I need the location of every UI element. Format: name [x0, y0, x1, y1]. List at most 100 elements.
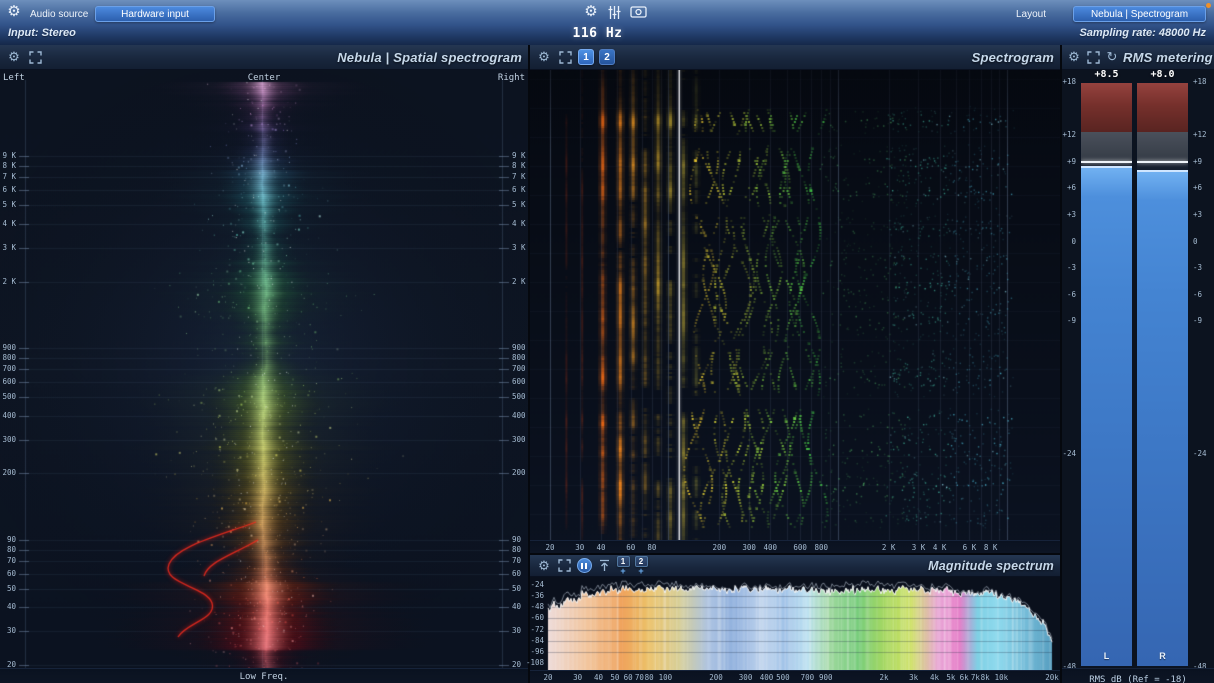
freq-tick-label: 700 [2, 364, 16, 374]
sampling-rate: Sampling rate: 48000 Hz [1079, 27, 1206, 39]
freq-tick-label: 8 K [2, 161, 16, 171]
freq-tick-label: 500 [512, 392, 526, 402]
freq-tick-label: 3 K [512, 242, 526, 252]
meter-over-zone [1137, 83, 1188, 132]
db-scale-label: +3 [1193, 209, 1203, 219]
freq-tick-label: 20 [543, 673, 553, 682]
db-tick-label: -96 [530, 646, 544, 656]
hardware-input-button[interactable]: Hardware input [95, 6, 215, 22]
freq-tick-label: 2 K [2, 276, 16, 286]
spectrogram-settings-gear-icon[interactable]: ⚙ [536, 49, 552, 65]
spectrogram-view-1-button[interactable]: 1 [578, 49, 594, 65]
db-scale-label: -3 [1066, 263, 1076, 273]
rms-panel-header: ⚙ ↻ RMS metering [1062, 45, 1214, 70]
magnitude-panel-title: Magnitude spectrum [928, 558, 1054, 573]
display-io-icon[interactable] [629, 4, 647, 20]
freq-tick-label: 7 K [2, 172, 16, 182]
freq-tick-label: 2 K [881, 543, 896, 552]
rms-scale-right: +18 +12 +9 +6 +3 0 -3 -6 -9 -24 -48 [1191, 78, 1213, 671]
meter-headroom-zone [1137, 131, 1188, 162]
curve-1-controls: 1 + [616, 556, 630, 576]
rms-reset-refresh-icon[interactable]: ↻ [1104, 49, 1120, 65]
freq-tick-label: 80 [6, 544, 16, 554]
spatial-spectrogram-canvas[interactable] [0, 70, 528, 672]
freq-tick-label: 900 [2, 343, 16, 353]
spectrogram-view-2-button[interactable]: 2 [599, 49, 615, 65]
db-tick-label: -24 [530, 580, 544, 589]
meter-level-fill [1081, 166, 1132, 666]
magnitude-fullscreen-icon[interactable] [556, 558, 572, 574]
pause-button[interactable] [576, 558, 592, 574]
spatial-x-axis: Low Freq. [0, 668, 528, 683]
freq-tick-label: 6 K [512, 185, 526, 195]
magnitude-spectrum-canvas[interactable] [530, 577, 1060, 670]
freq-tick-label: 6 K [2, 185, 16, 195]
freq-tick-label: 40 [512, 602, 522, 612]
meter-headroom-zone [1081, 131, 1132, 162]
rms-settings-gear-icon[interactable]: ⚙ [1066, 49, 1082, 65]
freq-tick-label: 900 [818, 673, 833, 682]
freq-tick-label: 8 K [512, 161, 526, 171]
db-tick-label: -48 [530, 602, 544, 612]
freq-tick-label: 800 [814, 543, 829, 552]
freq-tick-label: 700 [512, 364, 526, 374]
db-scale-label: +12 [1062, 130, 1076, 140]
analyzer-settings-gear-icon[interactable]: ⚙ [583, 4, 599, 20]
spatial-spectrogram-panel: ⚙ Nebula | Spatial spectrogram Left Cent… [0, 45, 528, 683]
add-curve-1-icon[interactable]: + [620, 567, 625, 576]
db-scale-label: +3 [1066, 209, 1076, 219]
freq-tick-label: 30 [512, 626, 522, 636]
rms-value-right: +8.0 [1150, 69, 1175, 80]
freq-tick-label: 10k [994, 673, 1009, 682]
freq-tick-label: 60 [6, 568, 16, 578]
db-scale-label: -3 [1193, 263, 1203, 273]
spectrogram-fullscreen-icon[interactable] [557, 49, 573, 65]
spectrogram-freq-axis: 20 30 40 60 80 200 300 400 600 800 2 K3 K4 K6 K8 K [530, 540, 1060, 553]
pan-center-label: Center [247, 73, 281, 83]
magnitude-freq-axis: 20 30 40 50 60 70 80 100 200 300 400 500 700 900 2k 3k 4… [530, 670, 1060, 683]
db-scale-label: +6 [1066, 183, 1076, 193]
spatial-fullscreen-icon[interactable] [27, 49, 43, 65]
magnitude-settings-gear-icon[interactable]: ⚙ [536, 558, 552, 574]
view-selector-button[interactable]: Nebula | Spectrogram [1073, 6, 1206, 22]
freq-tick-label: 50 [512, 583, 522, 593]
layout-button[interactable]: Layout [1016, 9, 1046, 20]
freq-tick-label: 90 [6, 534, 16, 544]
freq-tick-label: 2 K [512, 276, 526, 286]
peak-hold-top-icon[interactable] [596, 558, 612, 574]
db-scale-label: -6 [1193, 289, 1203, 299]
audio-source-label: Audio source [30, 9, 89, 20]
sliders-icon[interactable] [606, 4, 622, 20]
freq-tick-label: 400 [2, 410, 16, 420]
freq-tick-label: 600 [512, 376, 526, 386]
spectrogram-canvas[interactable] [530, 70, 1060, 540]
spectrogram-panel: ⚙ 1 2 Spectrogram 20 30 40 60 80 200 300 400 600… [530, 45, 1060, 553]
freq-tick-label: 200 [2, 468, 16, 478]
app-root: ⚙ Audio source Hardware input ⚙ Layout N… [0, 0, 1214, 683]
meter-peak-line [1081, 160, 1132, 163]
db-tick-label: -108 [525, 658, 544, 667]
db-scale-label: -24 [1193, 449, 1207, 459]
freq-tick-label: 4 K [512, 218, 526, 228]
db-tick-label: -60 [530, 613, 544, 623]
freq-tick-label: 200 [512, 468, 526, 478]
rms-meter-right[interactable] [1136, 82, 1189, 667]
center-toolbar: ⚙ [583, 4, 647, 20]
top-bar: ⚙ Audio source Hardware input ⚙ Layout N… [0, 0, 1214, 45]
rms-scale-left: +18 +12 +9 +6 +3 0 -3 -6 -9 -24 -48 [1062, 78, 1078, 671]
spatial-settings-gear-icon[interactable]: ⚙ [6, 49, 22, 65]
db-scale-label: 0 [1071, 236, 1076, 246]
global-settings-gear-icon[interactable]: ⚙ [6, 4, 22, 20]
spatial-panel-header: ⚙ Nebula | Spatial spectrogram [0, 45, 528, 70]
notification-dot [1206, 3, 1211, 8]
freq-tick-label: 20 [545, 543, 555, 552]
db-tick-label: -36 [530, 591, 544, 601]
rms-meter-left[interactable] [1080, 82, 1133, 667]
db-scale-label: +6 [1193, 183, 1203, 193]
freq-tick-label: 300 [2, 434, 16, 444]
freq-tick-label: 50 [6, 583, 16, 593]
db-scale-label: -24 [1062, 449, 1076, 459]
freq-tick-label: 900 [512, 343, 526, 353]
rms-fullscreen-icon[interactable] [1085, 49, 1101, 65]
add-curve-2-icon[interactable]: + [638, 567, 643, 576]
